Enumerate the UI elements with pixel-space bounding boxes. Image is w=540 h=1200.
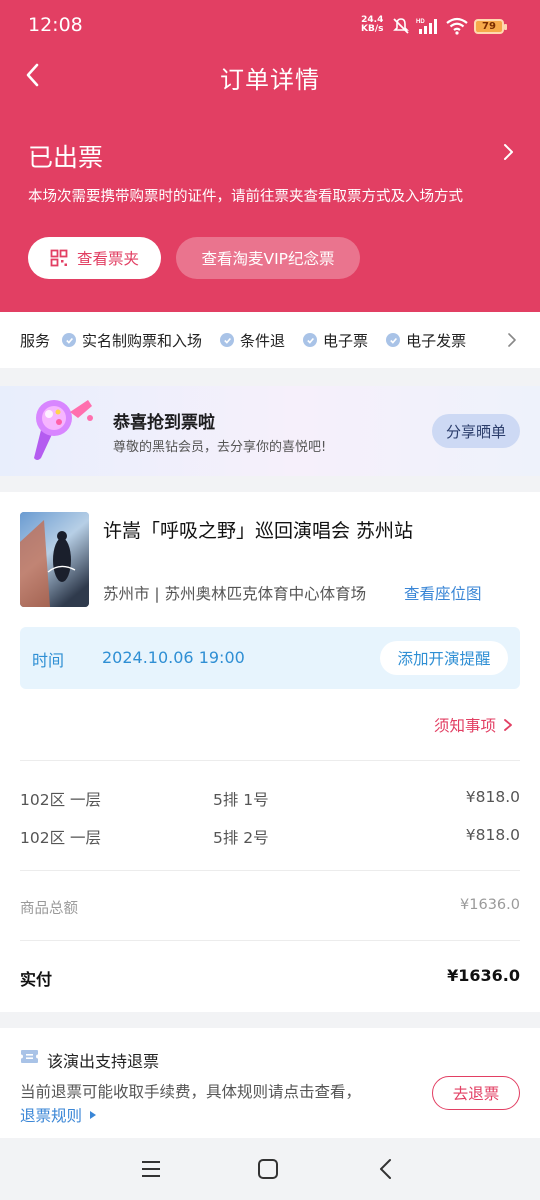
ticket-area: 102区 一层 xyxy=(20,829,102,847)
service-title: 服务 xyxy=(20,331,51,350)
divider xyxy=(20,870,520,871)
order-status-label[interactable]: 已出票 xyxy=(28,138,103,174)
refund-rules-label: 退票规则 xyxy=(20,1107,83,1125)
service-item-real-name: 实名制购票和入场 xyxy=(62,330,202,351)
view-seat-map-link[interactable]: 查看座位图 xyxy=(404,582,482,604)
subtotal-value: ¥1636.0 xyxy=(460,897,520,913)
page-title: 订单详情 xyxy=(220,66,320,94)
ticket-seat: 5排 2号 xyxy=(213,829,269,847)
wifi-icon xyxy=(446,17,468,35)
ticket-price: ¥818.0 xyxy=(465,826,520,844)
order-status-description: 本场次需要携带购票时的证件，请前往票夹查看取票方式及入场方式 xyxy=(28,189,463,205)
check-icon xyxy=(62,333,77,347)
order-header: 12:08 24.4 KB/s HD 79 订单详情 已出票 本场次需要携带购票… xyxy=(0,0,540,312)
time-value: 2024.10.06 19:00 xyxy=(102,648,245,667)
microphone-illustration xyxy=(34,400,93,460)
status-icons: HD 79 xyxy=(392,14,507,38)
notice-link[interactable]: 须知事项 xyxy=(434,714,514,736)
time-label: 时间 xyxy=(32,651,65,670)
order-detail-screen: 12:08 24.4 KB/s HD 79 订单详情 已出票 本场次需要携带购票… xyxy=(0,0,540,1200)
battery-icon: 79 xyxy=(474,18,507,34)
check-icon xyxy=(386,333,401,347)
check-icon xyxy=(303,333,318,347)
menu-icon[interactable] xyxy=(138,1156,164,1182)
service-item-e-invoice: 电子发票 xyxy=(386,330,466,351)
signal-icon: HD xyxy=(416,19,437,34)
go-refund-button[interactable]: 去退票 xyxy=(432,1076,520,1110)
check-icon xyxy=(220,333,235,347)
status-time: 12:08 xyxy=(28,14,83,36)
notice-label: 须知事项 xyxy=(434,717,497,735)
ticket-seat: 5排 1号 xyxy=(213,791,269,809)
refund-section: 该演出支持退票 当前退票可能收取手续费，具体规则请点击查看， 退票规则 去退票 xyxy=(0,1028,540,1138)
refund-rules-link[interactable]: 退票规则 xyxy=(20,1104,98,1126)
view-ticket-wallet-button[interactable]: 查看票夹 xyxy=(28,237,161,279)
paid-label: 实付 xyxy=(20,970,53,989)
home-icon[interactable] xyxy=(255,1156,281,1182)
share-order-button[interactable]: 分享晒单 xyxy=(432,414,520,448)
ticket-area: 102区 一层 xyxy=(20,791,102,809)
nav-bar: 订单详情 xyxy=(0,52,540,100)
order-card: 许嵩「呼吸之野」巡回演唱会 苏州站 苏州市 | 苏州奥林匹克体育中心体育场 查看… xyxy=(0,492,540,1012)
chevron-right-icon[interactable] xyxy=(496,140,520,164)
show-poster[interactable] xyxy=(20,512,89,607)
network-speed: 24.4 KB/s xyxy=(361,15,384,34)
show-venue: 苏州市 | 苏州奥林匹克体育中心体育场 xyxy=(103,585,367,603)
service-item-conditional-refund: 条件退 xyxy=(220,330,285,351)
back-icon[interactable] xyxy=(374,1156,400,1182)
mute-icon xyxy=(393,18,409,34)
status-bar: 12:08 24.4 KB/s HD 79 xyxy=(0,0,540,52)
divider xyxy=(20,940,520,941)
view-ticket-wallet-label: 查看票夹 xyxy=(76,250,139,268)
refund-description: 当前退票可能收取手续费，具体规则请点击查看， xyxy=(20,1083,362,1101)
subtotal-label: 商品总额 xyxy=(20,901,78,917)
triangle-right-icon xyxy=(90,1111,97,1119)
ticket-price: ¥818.0 xyxy=(465,788,520,806)
divider xyxy=(20,760,520,761)
show-time-box: 时间 2024.10.06 19:00 添加开演提醒 xyxy=(20,627,520,689)
add-reminder-button[interactable]: 添加开演提醒 xyxy=(380,641,508,675)
chevron-right-icon[interactable] xyxy=(502,330,522,350)
qr-code-icon xyxy=(50,249,68,267)
chevron-right-icon xyxy=(504,719,512,731)
system-nav-bar xyxy=(0,1138,540,1200)
paid-value: ¥1636.0 xyxy=(447,966,520,985)
promo-subtitle: 尊敬的黑钻会员，去分享你的喜悦吧! xyxy=(113,440,327,455)
svg-text:HD: HD xyxy=(416,19,425,25)
service-item-e-ticket: 电子票 xyxy=(303,330,368,351)
show-title[interactable]: 许嵩「呼吸之野」巡回演唱会 苏州站 xyxy=(103,516,413,543)
refund-title: 该演出支持退票 xyxy=(47,1052,160,1071)
view-vip-ticket-button[interactable]: 查看淘麦VIP纪念票 xyxy=(176,237,360,279)
service-row[interactable]: 服务 实名制购票和入场 条件退 电子票 电子发票 xyxy=(0,312,540,368)
ticket-row: 102区 一层 5排 2号 ¥818.0 xyxy=(20,826,520,850)
poster-image xyxy=(20,512,89,607)
promo-title: 恭喜抢到票啦 xyxy=(113,413,215,433)
ticket-icon xyxy=(21,1050,38,1063)
ticket-row: 102区 一层 5排 1号 ¥818.0 xyxy=(20,788,520,812)
